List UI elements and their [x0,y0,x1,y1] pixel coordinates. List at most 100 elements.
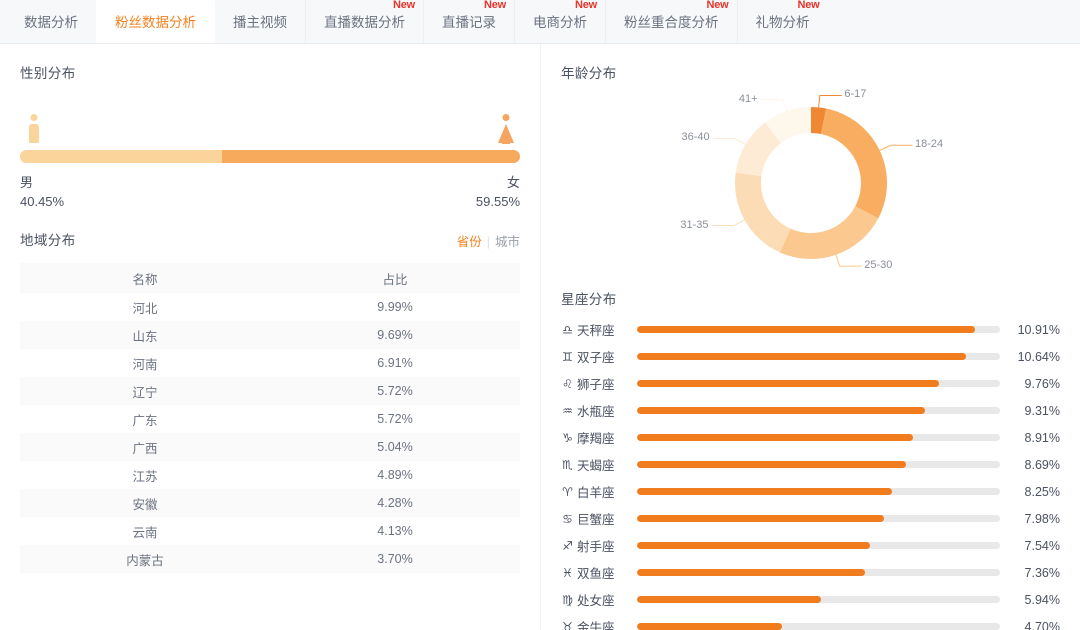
gender-bar-female [222,150,520,163]
tab-label: 粉丝数据分析 [115,15,196,30]
donut-label: 31-35 [680,218,709,231]
table-row[interactable]: 山东 9.69% [20,321,520,349]
zodiac-symbol-icon: ♉ [562,619,573,630]
zodiac-symbol-icon: ♋ [562,511,573,526]
donut-leader-line [712,137,746,145]
zodiac-symbol-icon: ♈ [562,484,573,499]
donut-slice[interactable] [779,206,878,259]
tab-3[interactable]: 直播数据分析 New [305,0,423,43]
region-percent: 5.72% [270,377,520,405]
zodiac-name-group: ♐ 射手座 [561,536,633,555]
new-badge: New [574,0,597,11]
zodiac-label: 狮子座 [577,378,615,392]
zodiac-percent: 10.91% [1017,322,1060,337]
zodiac-bar-track [637,380,1000,387]
tab-2[interactable]: 播主视频 [214,0,305,43]
gender-distribution: 男 40.45% 女 59.55% [20,110,520,211]
table-row[interactable]: 河南 6.91% [20,349,520,377]
zodiac-row[interactable]: ♎ 天秤座 10.91% [561,316,1060,343]
zodiac-bar-track [637,407,1000,414]
zodiac-label: 射手座 [577,540,615,554]
female-icon [498,114,514,144]
zodiac-name-group: ♋ 巨蟹座 [561,509,633,528]
table-row[interactable]: 安徽 4.28% [20,489,520,517]
toggle-separator: | [486,234,490,249]
table-row[interactable]: 河北 9.99% [20,293,520,321]
new-badge: New [797,0,820,11]
table-row[interactable]: 广东 5.72% [20,405,520,433]
zodiac-bar-track [637,488,1000,495]
tab-4[interactable]: 直播记录 New [423,0,514,43]
zodiac-bar-fill [637,515,884,522]
table-row[interactable]: 江苏 4.89% [20,461,520,489]
region-name: 河南 [132,357,158,372]
zodiac-name-group: ♏ 天蝎座 [561,455,633,474]
zodiac-bar-fill [637,353,967,360]
donut-leader-line [711,219,745,227]
zodiac-label: 处女座 [577,594,615,608]
zodiac-row[interactable]: ♌ 狮子座 9.76% [561,370,1060,397]
region-table-head: 名称 占比 [20,263,520,293]
tab-label: 粉丝重合度分析 [624,15,719,30]
tab-1[interactable]: 粉丝数据分析 [96,0,214,43]
tab-label: 直播记录 [442,15,496,30]
region-percent: 3.70% [270,545,520,573]
table-row[interactable]: 内蒙古 3.70% [20,545,520,573]
table-row[interactable]: 辽宁 5.72% [20,377,520,405]
main-content: 性别分布 男 40.45% 女 59.55% 地域分布 省份 | 城市 名称 占… [0,44,1080,630]
zodiac-row[interactable]: ♏ 天蝎座 8.69% [561,451,1060,478]
zodiac-bar-track [637,461,1000,468]
table-row[interactable]: 云南 4.13% [20,517,520,545]
zodiac-label: 水瓶座 [577,405,615,419]
zodiac-row[interactable]: ♋ 巨蟹座 7.98% [561,505,1060,532]
tab-7[interactable]: 礼物分析 New [736,0,828,43]
female-label-group: 女 59.55% [476,173,520,211]
male-icon [26,114,42,144]
donut-leader-line [760,99,787,112]
zodiac-row[interactable]: ♊ 双子座 10.64% [561,343,1060,370]
zodiac-label: 天蝎座 [577,459,615,473]
region-section-title: 地域分布 [20,233,76,248]
zodiac-row[interactable]: ♓ 双鱼座 7.36% [561,559,1060,586]
zodiac-row[interactable]: ♑ 摩羯座 8.91% [561,424,1060,451]
tab-label: 数据分析 [24,15,78,30]
zodiac-percent: 7.36% [1024,565,1060,580]
toggle-province[interactable]: 省份 [457,235,482,249]
region-name: 广东 [132,413,158,428]
tab-0[interactable]: 数据分析 [6,0,96,43]
gender-labels: 男 40.45% 女 59.55% [20,173,520,211]
male-label-group: 男 40.45% [20,173,64,211]
zodiac-row[interactable]: ♍ 处女座 5.94% [561,586,1060,613]
new-badge: New [483,0,506,11]
zodiac-symbol-icon: ♓ [562,565,573,580]
gender-bar-male [20,150,223,163]
zodiac-row[interactable]: ♈ 白羊座 8.25% [561,478,1060,505]
region-name: 广西 [20,433,270,461]
zodiac-bar-track [637,434,1000,441]
donut-slice[interactable] [734,172,791,253]
region-percent: 5.04% [270,433,520,461]
zodiac-row[interactable]: ♒ 水瓶座 9.31% [561,397,1060,424]
left-column: 性别分布 男 40.45% 女 59.55% 地域分布 省份 | 城市 名称 占… [0,44,540,630]
region-name: 安徽 [20,489,270,517]
zodiac-row[interactable]: ♉ 金牛座 4.70% [561,613,1060,630]
zodiac-label: 白羊座 [577,486,615,500]
donut-slice[interactable] [820,108,887,219]
zodiac-bar-fill [637,326,975,333]
region-table-body: 河北 9.99% 山东 9.69% 河南 6.91% 辽宁 5.72% 广东 5.72% 广西 5.0… [20,293,520,573]
table-row[interactable]: 广西 5.04% [20,433,520,461]
zodiac-name-group: ♎ 天秤座 [561,320,633,339]
zodiac-bar-fill [637,407,926,414]
tab-5[interactable]: 电商分析 New [514,0,605,43]
zodiac-bar-fill [637,542,871,549]
tab-label: 直播数据分析 [324,15,405,30]
zodiac-name-group: ♑ 摩羯座 [561,428,633,447]
tab-6[interactable]: 粉丝重合度分析 New [605,0,737,43]
donut-label: 41+ [738,92,758,105]
zodiac-row[interactable]: ♐ 射手座 7.54% [561,532,1060,559]
toggle-city[interactable]: 城市 [495,235,520,249]
zodiac-percent: 9.76% [1024,376,1060,391]
zodiac-bar-track [637,353,1000,360]
zodiac-name-group: ♌ 狮子座 [561,374,633,393]
region-percent: 5.72% [377,412,413,426]
